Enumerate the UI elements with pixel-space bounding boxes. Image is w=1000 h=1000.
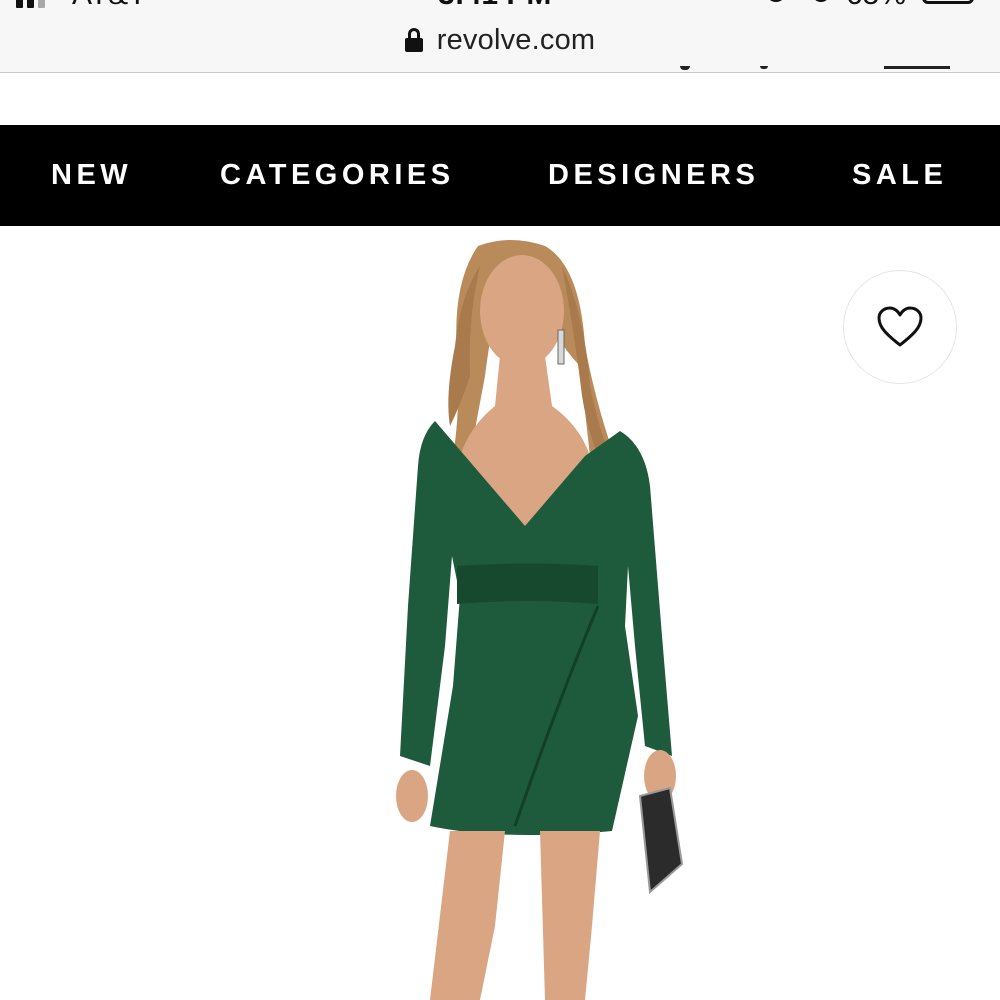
battery-percentage: 65% xyxy=(846,0,906,12)
url-text[interactable]: revolve.com xyxy=(437,24,596,57)
nav-item-designers[interactable]: DESIGNERS xyxy=(548,125,759,226)
rotation-lock-icon xyxy=(766,0,786,2)
product-gallery xyxy=(0,226,1000,1000)
address-bar[interactable]: revolve.com xyxy=(0,20,1000,60)
carrier-label: AT&T xyxy=(72,0,146,12)
account-icon xyxy=(760,66,768,69)
heart-icon xyxy=(877,306,923,347)
alarm-icon xyxy=(812,0,830,2)
lock-icon xyxy=(404,28,423,52)
bag-icon xyxy=(884,66,950,69)
main-navigation: NEW CATEGORIES DESIGNERS SALE xyxy=(0,125,1000,226)
status-bar: AT&T 3:41 PM 65% xyxy=(0,0,1000,12)
nav-item-sale[interactable]: SALE xyxy=(852,125,947,226)
signal-icon xyxy=(16,0,45,8)
page-header-peek xyxy=(0,66,1000,72)
browser-header: AT&T 3:41 PM 65% revolve.com xyxy=(0,0,1000,73)
product-image[interactable] xyxy=(300,226,720,1000)
nav-item-new[interactable]: NEW xyxy=(51,125,132,226)
wishlist-button[interactable] xyxy=(843,270,957,384)
nav-item-categories[interactable]: CATEGORIES xyxy=(220,125,455,226)
clock: 3:41 PM xyxy=(438,0,551,12)
battery-icon xyxy=(922,0,974,4)
search-icon xyxy=(680,66,690,70)
